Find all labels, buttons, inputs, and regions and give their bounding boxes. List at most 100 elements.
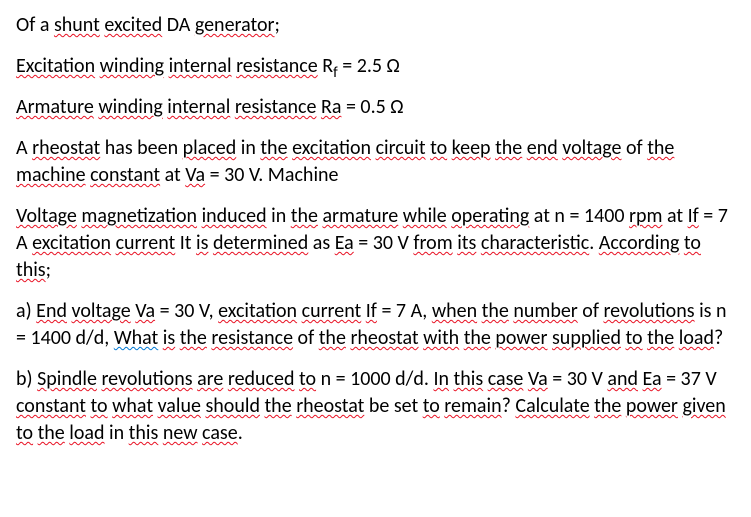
text: rheostat bbox=[296, 394, 364, 418]
text: rpm bbox=[629, 204, 662, 228]
text: value bbox=[158, 394, 201, 418]
text: remain bbox=[444, 394, 501, 418]
text: = 0.5 Ω bbox=[341, 95, 403, 119]
text: magnetization bbox=[81, 204, 197, 228]
text: are bbox=[197, 367, 223, 391]
text: while bbox=[403, 204, 447, 228]
text: DA bbox=[162, 13, 195, 37]
text: Voltage bbox=[16, 204, 77, 228]
text: characteristic bbox=[481, 231, 589, 255]
text: rheostat bbox=[350, 326, 418, 350]
text: at bbox=[662, 204, 687, 228]
text: to bbox=[430, 136, 447, 160]
text: the bbox=[260, 136, 287, 160]
text: ; bbox=[46, 258, 51, 282]
text: reduced bbox=[228, 367, 295, 391]
text: is bbox=[196, 231, 208, 255]
text: to bbox=[684, 231, 701, 255]
text: at n = 1400 bbox=[529, 204, 629, 228]
text: load bbox=[69, 421, 104, 445]
text: when bbox=[432, 299, 477, 323]
paragraph-7: b) Spindle revolutions are reduced to n … bbox=[16, 366, 735, 447]
text: Excitation bbox=[16, 54, 95, 78]
text: According bbox=[599, 231, 680, 255]
text: Spindle bbox=[37, 367, 97, 391]
text: end bbox=[527, 136, 558, 160]
text: this bbox=[129, 421, 159, 445]
text: case bbox=[488, 367, 524, 391]
text: ; bbox=[275, 13, 280, 37]
text: constant bbox=[16, 394, 86, 418]
text: = 37 V bbox=[662, 367, 717, 391]
text: Armature bbox=[16, 95, 94, 119]
text: If bbox=[366, 299, 377, 323]
paragraph-2: Excitation winding internal resistance R… bbox=[16, 53, 735, 80]
text: Ra bbox=[321, 95, 341, 119]
text: revolutions bbox=[603, 299, 694, 323]
text: placed bbox=[183, 136, 237, 160]
text: what bbox=[112, 394, 153, 418]
text: n = 1000 d/d. bbox=[316, 367, 433, 391]
text: current bbox=[302, 299, 362, 323]
text: induced bbox=[202, 204, 267, 228]
text: revolutions bbox=[101, 367, 192, 391]
text: supplied bbox=[552, 326, 621, 350]
text: It bbox=[175, 231, 196, 255]
text: Va bbox=[528, 367, 548, 391]
text: In bbox=[433, 367, 449, 391]
text: Ea bbox=[335, 231, 354, 255]
text: . bbox=[238, 421, 243, 445]
text: = 30 V bbox=[548, 367, 608, 391]
text: constant bbox=[90, 163, 160, 187]
text: of bbox=[293, 326, 319, 350]
text: Ea bbox=[643, 367, 662, 391]
text: voltage bbox=[562, 136, 621, 160]
text: current bbox=[116, 231, 176, 255]
text: new bbox=[163, 421, 198, 445]
text: Va bbox=[185, 163, 205, 187]
text: the bbox=[291, 204, 318, 228]
text: = 30 V bbox=[354, 231, 414, 255]
text: internal bbox=[167, 95, 230, 119]
text: excitation bbox=[218, 299, 297, 323]
text: from bbox=[413, 231, 452, 255]
text: as bbox=[308, 231, 334, 255]
text: with bbox=[423, 326, 459, 350]
text: the bbox=[647, 136, 674, 160]
text: End bbox=[36, 299, 67, 323]
text: rheostat bbox=[32, 136, 100, 160]
text: a) bbox=[16, 299, 36, 323]
text: has been bbox=[100, 136, 182, 160]
text: What bbox=[114, 326, 158, 351]
text: circuit bbox=[376, 136, 426, 160]
text: in bbox=[236, 136, 260, 160]
paragraph-5: Voltage magnetization induced in the arm… bbox=[16, 203, 735, 284]
text: keep bbox=[452, 136, 491, 160]
text: excitation bbox=[32, 231, 111, 255]
text: load bbox=[679, 326, 714, 350]
text: Va bbox=[135, 299, 155, 323]
text: machine bbox=[16, 163, 86, 187]
text: power bbox=[495, 326, 547, 350]
text: internal bbox=[169, 54, 232, 78]
text: . bbox=[589, 231, 599, 255]
text: R bbox=[318, 54, 333, 78]
text: to bbox=[16, 421, 33, 445]
text: at bbox=[160, 163, 185, 187]
text: = 2.5 Ω bbox=[338, 54, 400, 78]
text: = 7 A, bbox=[377, 299, 432, 323]
text: determined bbox=[213, 231, 308, 255]
paragraph-1: Of a shunt excited DA generator; bbox=[16, 12, 735, 39]
text: of bbox=[578, 299, 604, 323]
text: generator bbox=[195, 13, 275, 37]
text: shunt bbox=[54, 13, 100, 37]
text: the bbox=[464, 326, 491, 350]
paragraph-6: a) End voltage Va = 30 V, excitation cur… bbox=[16, 298, 735, 352]
text: voltage bbox=[71, 299, 130, 323]
text: the bbox=[495, 136, 522, 160]
text: excited bbox=[104, 13, 162, 37]
text: its bbox=[457, 231, 476, 255]
text: the bbox=[594, 394, 621, 418]
text: winding bbox=[98, 95, 162, 119]
text: given bbox=[682, 394, 725, 418]
